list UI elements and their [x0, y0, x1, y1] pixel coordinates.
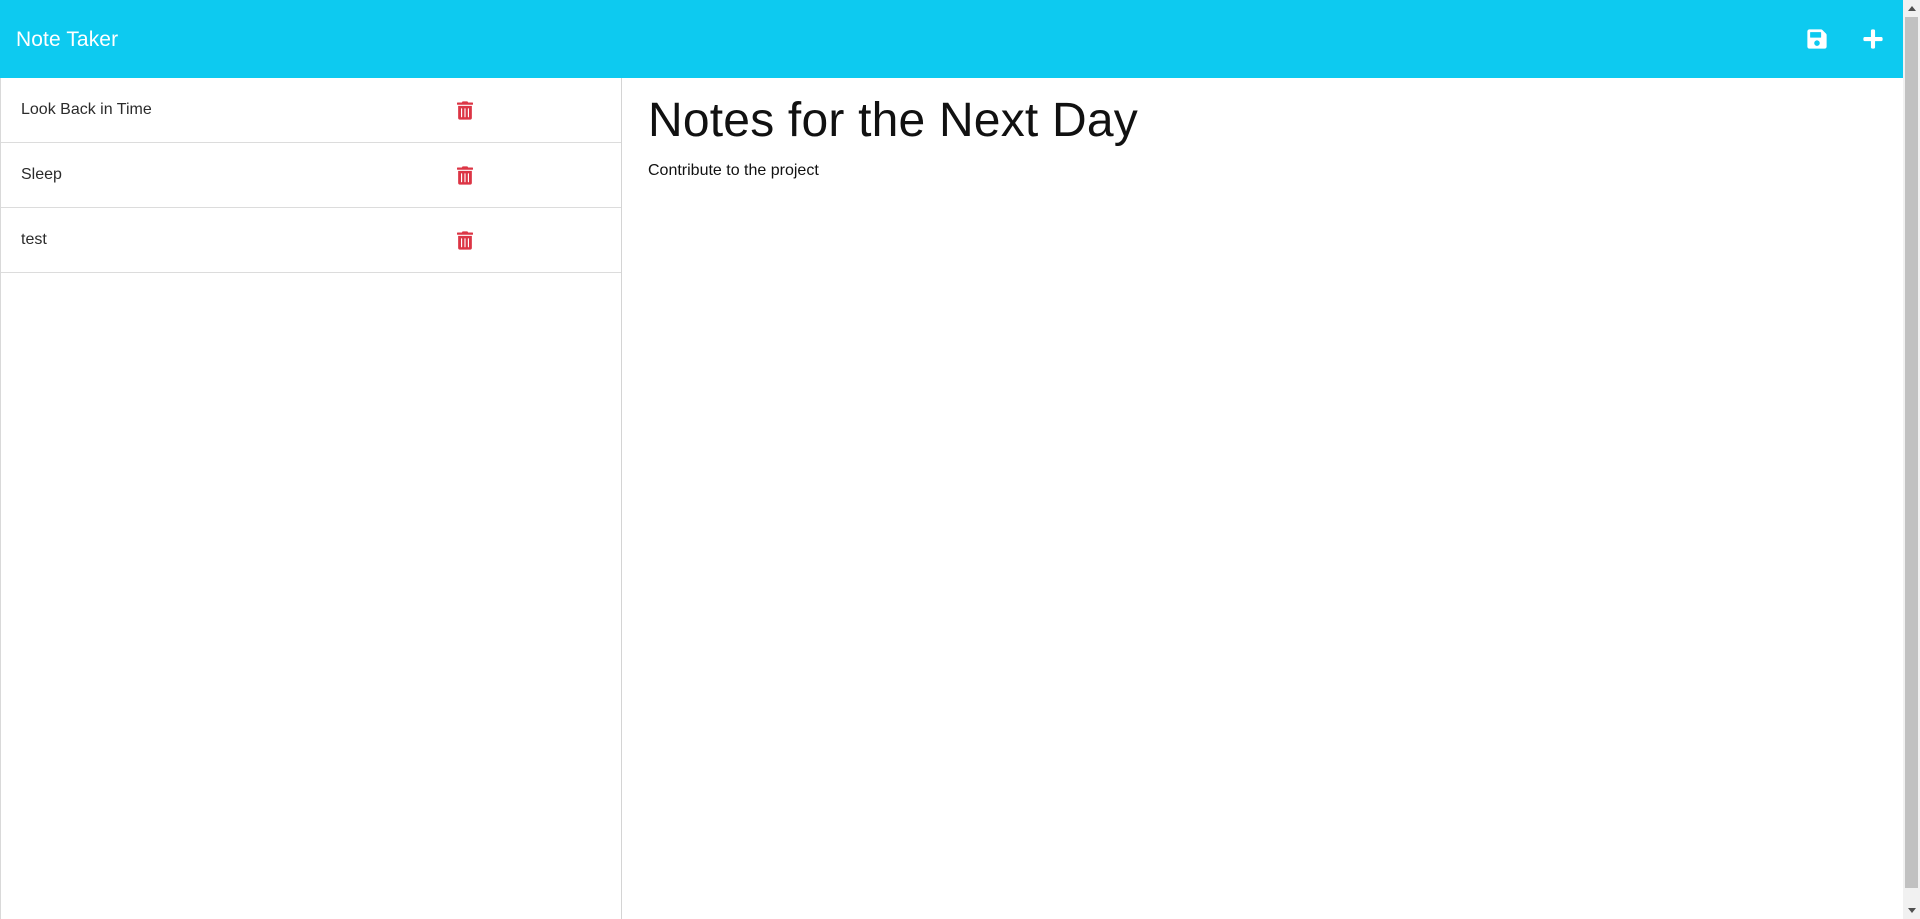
scrollbar-thumb[interactable] [1905, 17, 1918, 888]
scroll-up-arrow-icon[interactable] [1903, 0, 1920, 17]
note-text-field[interactable]: Contribute to the project [648, 162, 1877, 180]
note-view: Notes for the Next Day Contribute to the… [622, 78, 1903, 919]
note-title: Sleep [21, 166, 62, 183]
top-navbar: Note Taker [0, 0, 1903, 78]
vertical-scrollbar[interactable] [1903, 0, 1920, 919]
delete-note-button[interactable] [456, 164, 474, 186]
trash-icon [457, 100, 473, 120]
save-note-button[interactable] [1803, 25, 1831, 53]
trash-icon [457, 230, 473, 250]
note-title: Look Back in Time [21, 101, 152, 118]
scroll-down-arrow-icon[interactable] [1903, 902, 1920, 919]
delete-note-button[interactable] [456, 99, 474, 121]
note-list: Look Back in Time Sleep test [1, 78, 621, 273]
note-title: test [21, 231, 47, 248]
note-title-field[interactable]: Notes for the Next Day [648, 92, 1877, 150]
trash-icon [457, 165, 473, 185]
delete-note-button[interactable] [456, 229, 474, 251]
nav-actions [1803, 25, 1887, 53]
brand-title[interactable]: Note Taker [16, 28, 118, 52]
app-page: Note Taker Look Back in Time Sleep test … [0, 0, 1920, 919]
plus-icon [1863, 29, 1883, 49]
list-item[interactable]: test [1, 208, 621, 273]
list-item[interactable]: Sleep [1, 143, 621, 208]
list-item[interactable]: Look Back in Time [1, 78, 621, 143]
save-icon [1807, 29, 1827, 49]
new-note-button[interactable] [1859, 25, 1887, 53]
notes-sidebar: Look Back in Time Sleep test [0, 78, 622, 919]
